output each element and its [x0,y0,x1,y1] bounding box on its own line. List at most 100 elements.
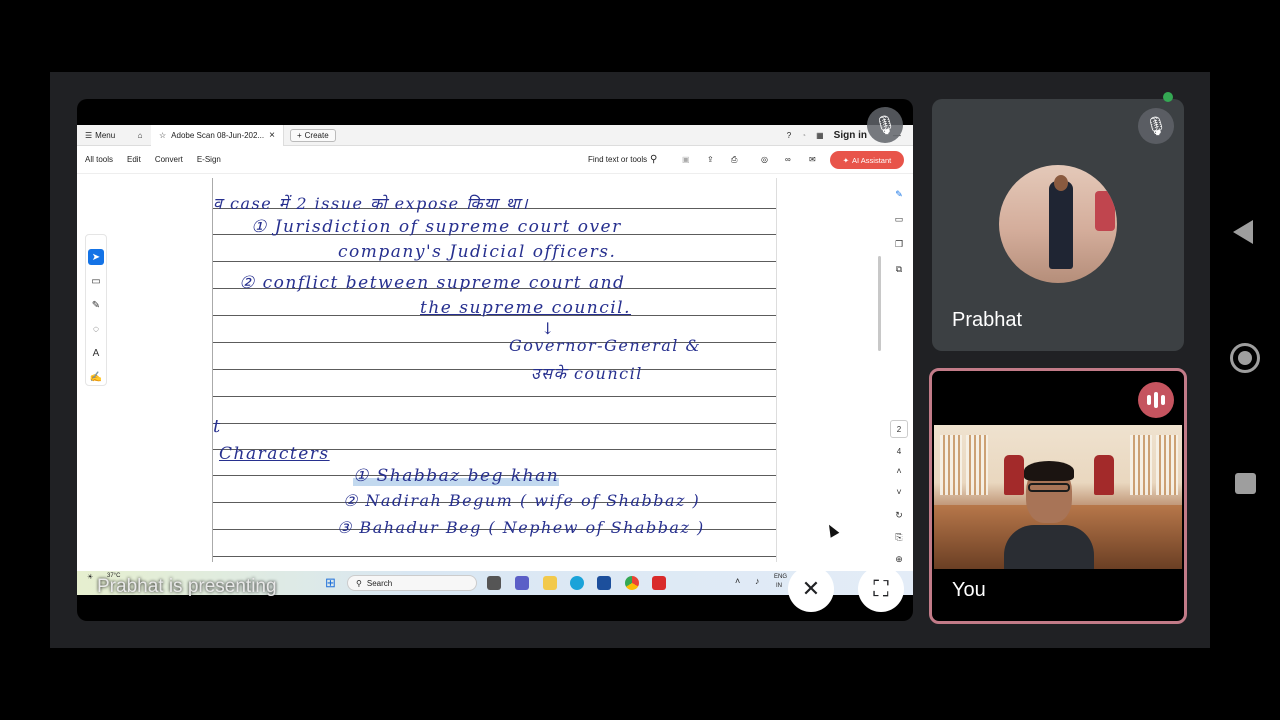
region-indicator: IN [776,583,782,589]
apps-grid-icon[interactable]: ▦ [816,131,824,140]
participant-name: You [952,579,986,601]
tray-chevron-icon[interactable]: ˄ [735,576,740,586]
comments-panel-icon[interactable]: ▭ [890,210,908,228]
search-icon[interactable]: ⚲ [650,154,657,165]
handwritten-line: Characters [219,444,330,464]
print-icon[interactable]: ⎙ [731,155,737,165]
ai-icon: ✦ [842,155,850,165]
menu-label: Menu [95,130,116,140]
hamburger-icon: ☰ [85,130,93,140]
presenter-mic-off-icon: 🎙 [867,107,903,143]
pdf-page: व case में 2 issue को expose किया था। ① … [212,178,777,562]
handwritten-line: ② Nadirah Begum ( wife of Shabbaz ) [343,491,701,510]
tray-mic-icon[interactable]: ♪ [755,576,760,586]
star-icon[interactable]: ☆ [159,131,166,140]
document-area[interactable]: ➤ ▭ ✎ ◌ A ✍ व case में 2 issue को expose… [77,174,881,595]
avatar [999,165,1117,283]
handwritten-line: company's Judicial officers. [338,242,617,262]
signature-icon[interactable]: ✍ [88,369,104,385]
lasso-icon[interactable]: ◌ [88,321,104,337]
fullscreen-button[interactable]: ⛶ [858,566,904,612]
search-icon: ⚲ [356,578,362,588]
unpin-button[interactable]: ✕ [788,566,834,612]
select-tool-icon[interactable]: ➤ [88,249,104,265]
handwritten-line: ① Jurisdiction of supreme court over [251,217,622,237]
save-icon[interactable]: ▣ [682,155,690,164]
create-label: Create [304,130,329,140]
handwritten-line: t [213,416,222,437]
windows-start-icon[interactable]: ⊞ [325,575,336,591]
ai-assistant-button[interactable]: ✦ AI Assistant [830,151,904,169]
handwritten-line: उसके council [531,364,643,383]
vertical-scrollbar[interactable] [878,256,881,351]
sign-in-button[interactable]: Sign in [834,130,867,141]
chevron-up-icon[interactable]: ˄ [890,462,908,480]
handwritten-line: ③ Bahadur Beg ( Nephew of Shabbaz ) [337,518,705,537]
acrobat-toolbar: All tools Edit Convert E-Sign Find text … [77,146,913,174]
bell-icon[interactable]: ◔ [801,131,806,140]
plus-icon: + [296,130,302,140]
right-rail: ✎ ▭ ❐ ⧉ 2 4 ˄ ˅ ↻ ⎘ ⊕ ⊖ [887,180,911,600]
copy-pages-icon[interactable]: ⧉ [890,260,908,278]
find-tools-field[interactable]: Find text or tools [588,155,647,164]
comment-icon[interactable]: ◎ [761,155,768,164]
handwritten-line: the supreme council. [420,298,632,318]
convert-tab[interactable]: Convert [155,155,183,164]
store-icon[interactable] [597,576,611,590]
current-page-number[interactable]: 2 [890,420,908,438]
create-button[interactable]: + Create [289,128,336,142]
file-explorer-icon[interactable] [543,576,557,590]
all-tools-tab[interactable]: All tools [85,155,113,164]
self-video [934,425,1182,569]
recents-nav-icon[interactable] [1235,473,1256,494]
chrome-icon[interactable] [625,576,639,590]
mic-off-icon: 🎙 [1138,108,1174,144]
back-nav-icon[interactable] [1233,220,1253,244]
edit-pdf-icon[interactable]: ✎ [890,185,908,203]
participant-tile-prabhat[interactable]: 🎙 Prabhat [932,99,1184,351]
presenting-label: Prabhat is presenting [97,576,277,597]
ai-assistant-label: AI Assistant [852,155,892,165]
menu-button[interactable]: ☰ Menu [77,131,129,140]
edge-icon[interactable] [570,576,584,590]
participant-name: Prabhat [952,309,1023,331]
esign-tab[interactable]: E-Sign [197,155,221,164]
edit-tab[interactable]: Edit [127,155,141,164]
text-box-icon[interactable]: A [88,345,104,361]
participant-tile-you[interactable]: You [929,368,1187,624]
close-tab-icon[interactable]: × [269,130,275,141]
speaking-indicator-icon [1138,382,1174,418]
zoom-in-icon[interactable]: ⊕ [890,550,908,568]
shared-screen: ☰ Menu ⌂ ☆ Adobe Scan 08-Jun-202... × + … [77,124,913,595]
task-view-icon[interactable] [487,576,501,590]
home-nav-icon[interactable] [1230,343,1260,373]
left-toolbar: ➤ ▭ ✎ ◌ A ✍ [85,234,107,386]
mouse-cursor-icon [824,522,840,538]
unpin-icon: ✕ [801,576,821,601]
handwritten-line: व case में 2 issue को expose किया था। [213,194,530,213]
bookmarks-icon[interactable]: ❐ [890,235,908,253]
weather-icon[interactable]: ☀ [87,573,93,581]
home-icon[interactable]: ⌂ [129,131,151,140]
chevron-down-icon[interactable]: ˅ [890,483,908,501]
total-pages: 4 [896,446,902,456]
link-icon[interactable]: ∞ [785,155,791,164]
taskbar-search[interactable]: ⚲ Search [347,575,477,591]
help-icon[interactable]: ? [787,131,791,140]
active-indicator [1163,92,1173,102]
upload-icon[interactable]: ⇪ [707,155,714,164]
refresh-icon[interactable]: ↻ [890,506,908,524]
language-indicator[interactable]: ENG [774,574,787,580]
acrobat-titlebar: ☰ Menu ⌂ ☆ Adobe Scan 08-Jun-202... × + … [77,124,913,146]
email-icon[interactable]: ✉ [809,155,816,164]
teams-icon[interactable] [515,576,529,590]
document-tab[interactable]: ☆ Adobe Scan 08-Jun-202... × [151,124,284,146]
presentation-tile[interactable]: ☰ Menu ⌂ ☆ Adobe Scan 08-Jun-202... × + … [77,99,913,621]
handwritten-line: ② conflict between supreme court and [239,273,626,293]
add-comment-icon[interactable]: ▭ [88,273,104,289]
fullscreen-icon: ⛶ [873,576,889,601]
highlight-pen-icon[interactable]: ✎ [88,297,104,313]
page-fit-icon[interactable]: ⎘ [890,528,908,546]
search-label: Search [366,578,393,588]
acrobat-icon[interactable] [652,576,666,590]
